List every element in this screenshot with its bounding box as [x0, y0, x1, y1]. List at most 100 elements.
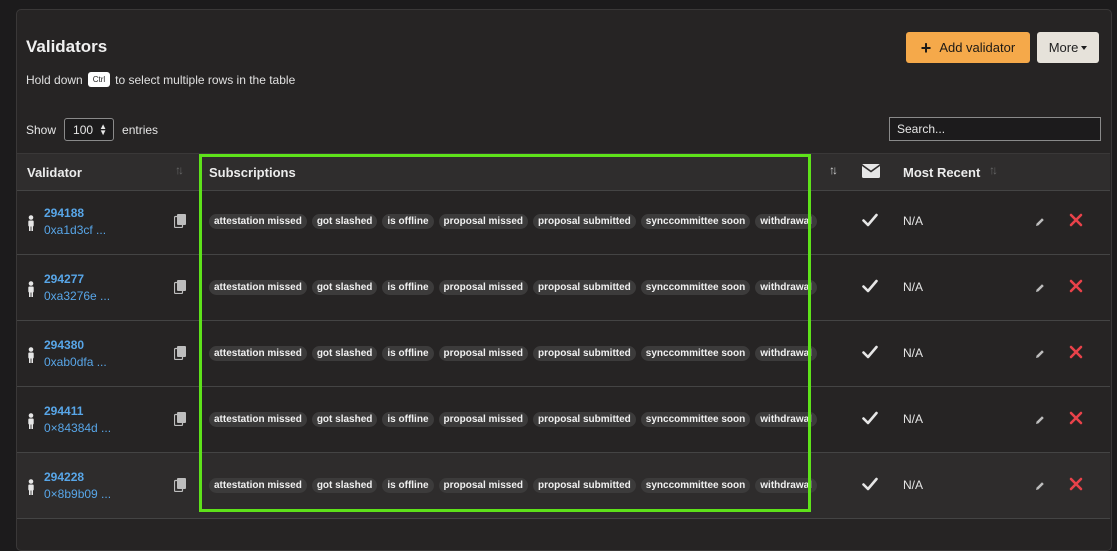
validator-address-link[interactable]: 0×8b9b09 ...	[44, 487, 111, 501]
hint-text-after: to select multiple rows in the table	[115, 72, 296, 87]
pencil-icon[interactable]	[1035, 283, 1045, 293]
column-header-subscriptions[interactable]: Subscriptions	[209, 154, 296, 190]
validator-index-link[interactable]: 294228	[44, 470, 84, 484]
sort-icon[interactable]: ↑↓	[989, 163, 998, 177]
caret-down-icon	[1081, 45, 1088, 50]
person-icon	[28, 281, 34, 297]
pencil-icon[interactable]	[1035, 415, 1045, 425]
envelope-icon	[862, 164, 880, 178]
subscription-tag: proposal submitted	[532, 412, 636, 427]
validator-index-link[interactable]: 294380	[44, 338, 84, 352]
entries-label: entries	[122, 122, 159, 137]
subscription-tag: got slashed	[311, 280, 378, 295]
table-header: Validator ↑↓ Subscriptions ↑↓ Most Recen…	[17, 153, 1110, 191]
subscription-tag: attestation missed	[209, 346, 307, 361]
subscription-tag: is offline	[382, 478, 434, 493]
hint-text-before: Hold down	[26, 72, 83, 87]
x-icon[interactable]	[1069, 477, 1083, 491]
copy-icon[interactable]	[174, 214, 186, 228]
most-recent-value: N/A	[903, 478, 924, 492]
subscription-tag: is offline	[382, 280, 434, 295]
most-recent-value: N/A	[903, 280, 924, 294]
page-size-select[interactable]: 100 ▲ ▼	[64, 118, 115, 141]
subscription-tags: attestation missed got slashed is offline p…	[209, 280, 817, 295]
add-validator-label: Add validator	[939, 40, 1016, 55]
validator-address-link[interactable]: 0×84384d ...	[44, 421, 111, 435]
subscription-tag: proposal submitted	[532, 478, 636, 493]
column-header-most-recent[interactable]: Most Recent	[903, 154, 980, 190]
ctrl-key-badge: Ctrl	[87, 72, 111, 87]
search-input[interactable]	[889, 117, 1101, 141]
validator-address-link[interactable]: 0xab0dfa ...	[44, 355, 107, 369]
subscription-tag: proposal missed	[438, 280, 528, 295]
more-label: More	[1048, 40, 1079, 55]
check-icon	[862, 477, 878, 491]
validator-address-link[interactable]: 0xa1d3cf ...	[44, 223, 106, 237]
subscription-tag: is offline	[382, 346, 434, 361]
plus-icon: +	[920, 37, 932, 58]
pencil-icon[interactable]	[1035, 481, 1045, 491]
x-icon[interactable]	[1069, 345, 1083, 359]
subscription-tag: got slashed	[311, 478, 378, 493]
copy-icon[interactable]	[174, 280, 186, 294]
sort-icon[interactable]: ↑↓	[829, 163, 838, 177]
subscription-tag: is offline	[382, 214, 434, 229]
x-icon[interactable]	[1069, 411, 1083, 425]
pencil-icon[interactable]	[1035, 217, 1045, 227]
page-title: Validators	[26, 37, 108, 56]
subscription-tag: withdrawal	[755, 280, 817, 295]
validator-index-link[interactable]: 294188	[44, 206, 84, 220]
subscription-tag: proposal missed	[438, 412, 528, 427]
validator-address-link[interactable]: 0xa3276e ...	[44, 289, 110, 303]
x-icon[interactable]	[1069, 279, 1083, 293]
check-icon	[862, 279, 878, 293]
person-icon	[28, 413, 34, 429]
subscription-tag: synccommittee soon	[640, 412, 751, 427]
pencil-icon[interactable]	[1035, 349, 1045, 359]
subscription-tag: proposal missed	[438, 346, 528, 361]
add-validator-button[interactable]: + Add validator	[906, 32, 1030, 63]
validator-index-link[interactable]: 294277	[44, 272, 84, 286]
table-row[interactable]: 294277 0xa3276e ... attestation missed go…	[17, 255, 1110, 321]
subscription-tag: proposal submitted	[532, 214, 636, 229]
copy-icon[interactable]	[174, 346, 186, 360]
check-icon	[862, 213, 878, 227]
copy-icon[interactable]	[174, 478, 186, 492]
most-recent-value: N/A	[903, 412, 924, 426]
subscription-tag: got slashed	[311, 214, 378, 229]
page-size-control: Show 100 ▲ ▼ entries	[26, 118, 158, 141]
subscription-tag: got slashed	[311, 346, 378, 361]
validator-index-link[interactable]: 294411	[44, 404, 83, 418]
table-row[interactable]: 294228 0×8b9b09 ... attestation missed go…	[17, 453, 1110, 519]
subscription-tag: attestation missed	[209, 412, 307, 427]
x-icon[interactable]	[1069, 213, 1083, 227]
subscription-tag: withdrawal	[755, 478, 817, 493]
column-header-validator[interactable]: Validator	[27, 154, 82, 190]
subscription-tag: withdrawal	[755, 346, 817, 361]
sort-icon[interactable]: ↑↓	[175, 163, 184, 177]
check-icon	[862, 411, 878, 425]
subscription-tags: attestation missed got slashed is offline p…	[209, 214, 817, 229]
subscription-tag: withdrawal	[755, 412, 817, 427]
validator-header-label: Validator	[27, 164, 82, 180]
table-row[interactable]: 294380 0xab0dfa ... attestation missed go…	[17, 321, 1110, 387]
table-row[interactable]: 294411 0×84384d ... attestation missed go…	[17, 387, 1110, 453]
subscription-tag: got slashed	[311, 412, 378, 427]
subscription-tag: proposal submitted	[532, 346, 636, 361]
subscription-tag: synccommittee soon	[640, 214, 751, 229]
person-icon	[28, 215, 34, 231]
subscription-tag: proposal missed	[438, 478, 528, 493]
subscription-tag: synccommittee soon	[640, 280, 751, 295]
most-recent-value: N/A	[903, 346, 924, 360]
subscription-tag: is offline	[382, 412, 434, 427]
most-recent-header-label: Most Recent	[903, 164, 981, 180]
most-recent-value: N/A	[903, 214, 924, 228]
copy-icon[interactable]	[174, 412, 186, 426]
subscription-tag: attestation missed	[209, 280, 307, 295]
table-row[interactable]: 294188 0xa1d3cf ... attestation missed go…	[17, 189, 1110, 255]
subscription-tag: synccommittee soon	[640, 478, 751, 493]
multi-select-hint: Hold down Ctrl to select multiple rows i…	[26, 72, 295, 87]
more-dropdown-button[interactable]: More	[1037, 32, 1099, 63]
subscription-tag: withdrawal	[755, 214, 817, 229]
person-icon	[28, 347, 34, 363]
